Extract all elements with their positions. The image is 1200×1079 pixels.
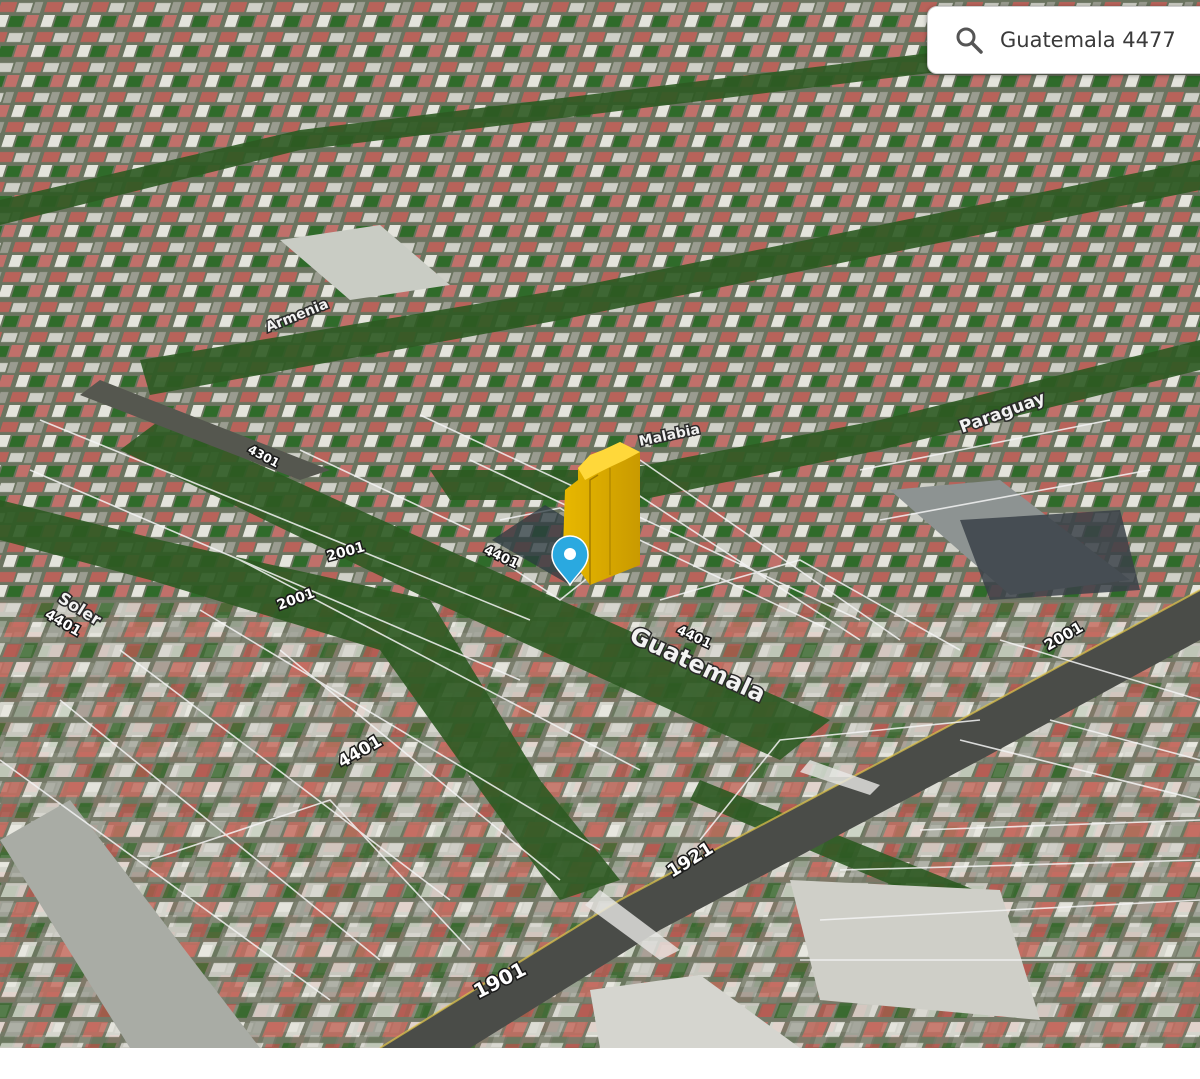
search-icon[interactable] [954, 25, 984, 55]
search-query[interactable]: Guatemala 4477 [1000, 28, 1176, 52]
bottom-bar [0, 1048, 1200, 1079]
satellite-map[interactable]: Guatemala Paraguay Soler Armenia Malabia… [0, 0, 1200, 1048]
map-canvas[interactable]: Guatemala Paraguay Soler Armenia Malabia… [0, 0, 1200, 1048]
search-box[interactable]: Guatemala 4477 [927, 6, 1200, 74]
